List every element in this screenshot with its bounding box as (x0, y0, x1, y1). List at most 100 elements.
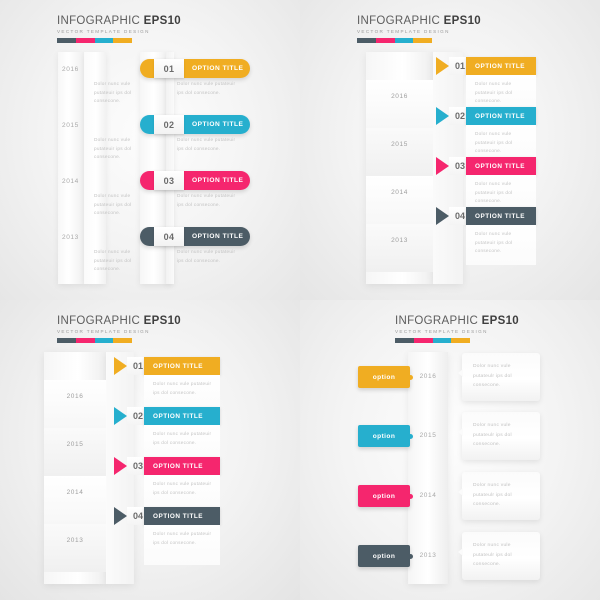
option-tag[interactable]: option (358, 485, 413, 507)
header-title-light: INFOGRAPHIC (57, 315, 144, 327)
color-swatch-cyan (432, 337, 452, 343)
year-band (44, 428, 106, 476)
header-title: INFOGRAPHIC EPS10 (57, 15, 181, 28)
option-title: OPTION TITLE (192, 65, 244, 72)
year-label: 2014 (62, 178, 79, 185)
color-swatch-pink (375, 37, 395, 43)
panel-arrow-bars: INFOGRAPHIC EPS10 VECTOR TEMPLATE DESIGN… (300, 0, 600, 300)
option-pill[interactable]: 01 OPTION TITLE (140, 59, 250, 78)
year-label: 2016 (391, 93, 408, 100)
header-title: INFOGRAPHIC EPS10 (357, 15, 481, 28)
year-band (366, 224, 433, 272)
description-text: Dolor nunc vule putateuir ips dol consec… (94, 193, 132, 216)
option-title[interactable]: OPTION TITLE (466, 107, 536, 125)
color-swatch-pink (75, 37, 95, 43)
arrow-marker-icon (114, 407, 127, 425)
infographic-sheet: INFOGRAPHIC EPS10 VECTOR TEMPLATE DESIGN… (0, 0, 600, 600)
year-label: 2013 (391, 237, 408, 244)
panel-arrow-bars-narrow: INFOGRAPHIC EPS10 VECTOR TEMPLATE DESIGN… (0, 300, 300, 600)
year-label: 2015 (66, 441, 84, 448)
year-label: 2015 (391, 141, 408, 148)
year-label: 2015 (419, 432, 437, 439)
header-color-bar (57, 337, 132, 343)
arrow-marker-icon (436, 157, 449, 175)
panel-header: INFOGRAPHIC EPS10 VECTOR TEMPLATE DESIGN (395, 315, 600, 343)
year-label: 2015 (62, 122, 79, 129)
description-bubble: Dolor nunc vule putateulr ips dol consec… (458, 353, 540, 401)
timeline-row[interactable]: 2014 03 OPTION TITLE Dolor nunc vule put… (0, 171, 300, 234)
year-label: 2014 (419, 492, 437, 499)
timeline-row[interactable]: 2015 02 OPTION TITLE Dolor nunc vule put… (0, 115, 300, 178)
header-title-bold: EPS10 (443, 15, 481, 27)
year-band (44, 524, 106, 572)
header-title-light: INFOGRAPHIC (57, 15, 144, 27)
year-label: 2016 (66, 393, 84, 400)
year-band (366, 128, 433, 176)
option-tag[interactable]: option (358, 425, 413, 447)
option-title[interactable]: OPTION TITLE (144, 357, 220, 375)
option-title[interactable]: OPTION TITLE (144, 457, 220, 475)
arrow-marker-icon (114, 357, 127, 375)
description-bubble: Dolor nunc vule putateulr ips dol consec… (458, 472, 540, 520)
year-label: 2016 (419, 373, 437, 380)
option-pill[interactable]: 02 OPTION TITLE (140, 115, 250, 134)
option-tag[interactable]: option (358, 545, 413, 567)
header-color-bar (395, 337, 470, 343)
description-bubble: Dolor nunc vule putateulr ips dol consec… (458, 532, 540, 580)
option-title[interactable]: OPTION TITLE (144, 507, 220, 525)
timeline-row[interactable]: 2013 04 OPTION TITLE Dolor nunc vule put… (0, 227, 300, 290)
option-pill[interactable]: 04 OPTION TITLE (140, 227, 250, 246)
description-text: Dolor nunc vule putateuir ips dol consec… (94, 137, 132, 160)
header-title-bold: EPS10 (143, 315, 181, 327)
color-swatch-slate (357, 37, 376, 43)
step-number: 02 (154, 115, 184, 134)
header-color-bar (357, 37, 432, 43)
step-number: 04 (154, 227, 184, 246)
description-text: Dolor nunc vule putateuir ips dol consec… (177, 81, 236, 95)
arrow-marker-icon (436, 107, 449, 125)
option-title[interactable]: OPTION TITLE (466, 157, 536, 175)
color-swatch-cyan (394, 37, 414, 43)
step-number: 03 (154, 171, 184, 190)
year-label: 2013 (62, 234, 79, 241)
color-swatch-slate (57, 337, 76, 343)
year-label: 2013 (419, 552, 437, 559)
arrow-marker-icon (436, 207, 449, 225)
description-text: Dolor nunc vule putateuir ips dol consec… (144, 525, 220, 565)
option-title[interactable]: OPTION TITLE (466, 207, 536, 225)
description-bubble: Dolor nunc vule putateulr ips dol consec… (458, 412, 540, 460)
step-number: 01 (154, 59, 184, 78)
year-column (408, 352, 448, 584)
color-swatch-yellow (451, 337, 470, 343)
option-tag[interactable]: option (358, 366, 413, 388)
year-label: 2016 (62, 66, 79, 73)
year-label: 2013 (66, 537, 84, 544)
color-swatch-yellow (113, 37, 132, 43)
description-text: Dolor nunc vule putateuir ips dol consec… (177, 137, 236, 151)
header-subtitle: VECTOR TEMPLATE DESIGN (57, 29, 150, 34)
description-text: Dolor nunc vule putateuir ips dol consec… (94, 81, 132, 104)
option-title[interactable]: OPTION TITLE (144, 407, 220, 425)
option-title: OPTION TITLE (192, 233, 244, 240)
option-title[interactable]: OPTION TITLE (466, 57, 536, 75)
description-text: Dolor nunc vule putateuir ips dol consec… (177, 193, 236, 207)
option-pill[interactable]: 03 OPTION TITLE (140, 171, 250, 190)
header-subtitle: VECTOR TEMPLATE DESIGN (57, 329, 150, 334)
color-swatch-slate (395, 337, 414, 343)
header-color-bar (57, 37, 132, 43)
timeline-row[interactable]: 2016 01 OPTION TITLE Dolor nunc vule put… (0, 59, 300, 122)
header-title-light: INFOGRAPHIC (395, 315, 482, 327)
panel-header: INFOGRAPHIC EPS10 VECTOR TEMPLATE DESIGN (57, 315, 300, 343)
year-band (366, 80, 433, 128)
year-band (44, 476, 106, 524)
arrow-marker-icon (114, 507, 127, 525)
header-title-bold: EPS10 (481, 315, 519, 327)
description-text: Dolor nunc vule putateuir ips dol consec… (177, 249, 236, 263)
color-swatch-yellow (413, 37, 432, 43)
header-title-light: INFOGRAPHIC (357, 15, 444, 27)
option-title: OPTION TITLE (192, 177, 244, 184)
panel-header: INFOGRAPHIC EPS10 VECTOR TEMPLATE DESIGN (57, 15, 300, 43)
color-swatch-pink (413, 337, 433, 343)
year-band (366, 176, 433, 224)
option-title: OPTION TITLE (192, 121, 244, 128)
